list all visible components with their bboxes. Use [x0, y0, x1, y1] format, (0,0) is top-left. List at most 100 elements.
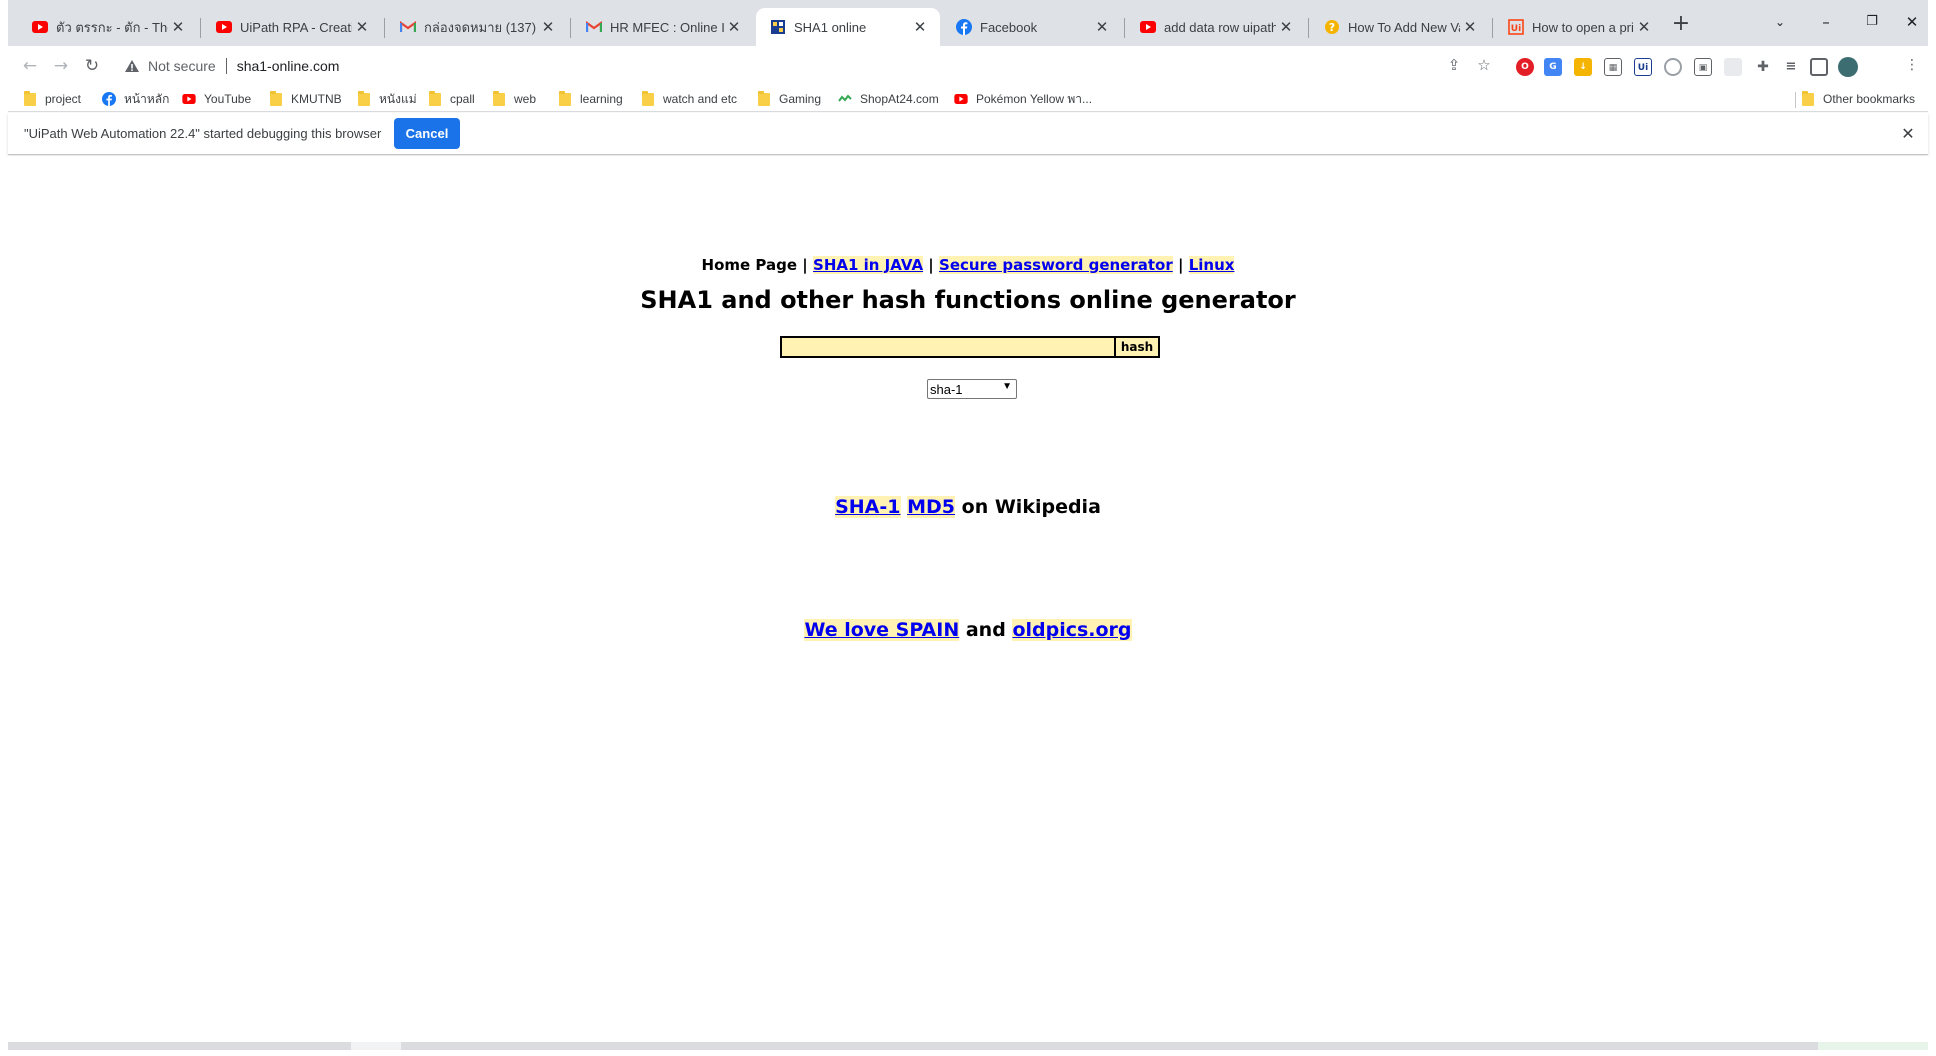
- tab-uipath-forum[interactable]: Ui How to open a private ✕: [1494, 8, 1664, 46]
- minimize-button[interactable]: –: [1804, 6, 1848, 38]
- opera-extension-icon[interactable]: O: [1516, 58, 1534, 76]
- nav-link-sha1-java[interactable]: SHA1 in JAVA: [813, 256, 924, 274]
- share-icon[interactable]: ⇪: [1444, 55, 1464, 75]
- not-secure-warning-icon[interactable]: [124, 58, 140, 74]
- forward-button[interactable]: →: [46, 51, 76, 81]
- bookmark-gaming[interactable]: Gaming: [758, 90, 821, 108]
- security-label: Not secure: [148, 58, 216, 74]
- tab-title: How To Add New Valu: [1348, 19, 1460, 35]
- cancel-debugging-button[interactable]: Cancel: [394, 118, 460, 149]
- bookmark-facebook[interactable]: หน้าหลัก: [102, 90, 169, 108]
- algorithm-select[interactable]: sha-1 ▼: [927, 379, 1017, 399]
- blank-extension-icon[interactable]: [1724, 58, 1742, 76]
- close-tab-icon[interactable]: ✕: [910, 18, 930, 36]
- uipath-icon: Ui: [1508, 19, 1524, 35]
- bookmark-label: cpall: [450, 92, 475, 106]
- close-tab-icon[interactable]: ✕: [352, 18, 372, 36]
- qr-extension-icon[interactable]: ▦: [1604, 58, 1622, 76]
- close-tab-icon[interactable]: ✕: [1276, 18, 1296, 36]
- page-content: Home Page | SHA1 in JAVA | Secure passwo…: [8, 156, 1928, 1043]
- back-button[interactable]: ←: [15, 51, 45, 81]
- url-text[interactable]: sha1-online.com: [237, 58, 340, 74]
- close-tab-icon[interactable]: ✕: [538, 18, 558, 36]
- tab-youtube-3[interactable]: add data row uipath c ✕: [1126, 8, 1306, 46]
- bookmark-pokemon-yellow[interactable]: Pokémon Yellow พา...: [954, 90, 1092, 108]
- close-infobar-icon[interactable]: ✕: [1896, 122, 1920, 146]
- horizontal-scrollbar[interactable]: [8, 1042, 1928, 1050]
- bookmark-label: หนังแม่: [379, 91, 417, 106]
- tab-facebook[interactable]: Facebook ✕: [942, 8, 1122, 46]
- tab-add-new-value[interactable]: ? How To Add New Valu ✕: [1310, 8, 1490, 46]
- bookmark-project[interactable]: project: [24, 90, 81, 108]
- close-window-button[interactable]: ✕: [1896, 6, 1928, 38]
- side-panel-icon[interactable]: [1810, 58, 1828, 76]
- browser-window: ตัว ตรรกะ - ตัก - The Vo ✕ UiPath RPA - …: [8, 0, 1928, 1050]
- close-tab-icon[interactable]: ✕: [1460, 18, 1480, 36]
- bookmark-star-icon[interactable]: ☆: [1474, 55, 1494, 75]
- bookmark-watch-and-etc[interactable]: watch and etc: [642, 90, 737, 108]
- nav-separator: |: [928, 256, 934, 274]
- scrollbar-thumb[interactable]: [351, 1042, 401, 1050]
- bookmark-label: web: [514, 92, 537, 106]
- new-tab-button[interactable]: +: [1667, 11, 1695, 39]
- address-bar[interactable]: Not secure sha1-online.com: [118, 50, 1528, 82]
- bookmark-cpall[interactable]: cpall: [429, 90, 475, 108]
- folder-icon: [358, 90, 370, 106]
- bookmark-label: KMUTNB: [291, 92, 342, 106]
- translate-extension-icon[interactable]: G: [1544, 58, 1562, 76]
- algorithm-selected-value: sha-1: [930, 381, 963, 397]
- bookmark-youtube[interactable]: YouTube: [182, 90, 251, 108]
- bookmark-label: หน้าหลัก: [124, 91, 170, 106]
- youtube-icon: [182, 92, 196, 106]
- tab-separator: [1124, 18, 1125, 38]
- close-tab-icon[interactable]: ✕: [1634, 18, 1654, 36]
- tab-youtube-1[interactable]: ตัว ตรรกะ - ตัก - The Vo ✕: [18, 8, 198, 46]
- download-extension-icon[interactable]: ↓: [1574, 58, 1592, 76]
- nav-separator: |: [802, 256, 808, 274]
- link-sha1-wikipedia[interactable]: SHA-1: [835, 496, 901, 518]
- tab-title: ตัว ตรรกะ - ตัก - The Vo: [56, 19, 168, 35]
- hash-text-input[interactable]: [780, 336, 1114, 358]
- bookmark-movies[interactable]: หนังแม่: [358, 90, 417, 108]
- youtube-icon: [216, 19, 232, 35]
- youtube-icon: [1140, 19, 1156, 35]
- tab-title: SHA1 online: [794, 19, 867, 35]
- tab-gmail-2[interactable]: HR MFEC : Online Inte ✕: [572, 8, 754, 46]
- folder-icon: [493, 90, 505, 106]
- uipath-extension-icon[interactable]: Ui: [1634, 58, 1652, 76]
- reload-button[interactable]: ↻: [77, 51, 107, 81]
- infobar-message: "UiPath Web Automation 22.4" started deb…: [24, 126, 382, 141]
- bookmark-learning[interactable]: learning: [559, 90, 623, 108]
- bookmark-shopat24[interactable]: ShopAt24.com: [838, 90, 939, 108]
- circle-extension-icon[interactable]: [1664, 58, 1682, 76]
- menu-dots-icon[interactable]: ⋮: [1902, 55, 1922, 75]
- tab-sha1-online[interactable]: SHA1 online ✕: [756, 8, 940, 46]
- svg-text:Ui: Ui: [1511, 24, 1521, 34]
- bookmark-label: learning: [580, 92, 623, 106]
- tab-search-chevron-icon[interactable]: ⌄: [1758, 6, 1802, 38]
- bookmarks-bar: project หน้าหลัก YouTube KMUTNB หนังแม่ …: [8, 86, 1928, 112]
- bookmark-web[interactable]: web: [493, 90, 536, 108]
- link-md5-wikipedia[interactable]: MD5: [907, 496, 956, 518]
- hash-button[interactable]: hash: [1114, 336, 1160, 358]
- tab-youtube-2[interactable]: UiPath RPA - Creating ✕: [202, 8, 382, 46]
- reading-list-icon[interactable]: ≡: [1782, 58, 1800, 76]
- site-icon: [770, 19, 786, 35]
- restore-button[interactable]: ❐: [1850, 6, 1894, 38]
- nav-link-linux[interactable]: Linux: [1188, 256, 1235, 274]
- tab-title: HR MFEC : Online Inte: [610, 19, 724, 35]
- link-we-love-spain[interactable]: We love SPAIN: [804, 619, 960, 641]
- bookmark-kmutnb[interactable]: KMUTNB: [270, 90, 342, 108]
- nav-link-password-generator[interactable]: Secure password generator: [939, 256, 1173, 274]
- profile-avatar[interactable]: [1838, 57, 1858, 77]
- tab-gmail-1[interactable]: กล่องจดหมาย (137) - s6 ✕: [386, 8, 568, 46]
- bookmark-other-bookmarks[interactable]: Other bookmarks: [1802, 90, 1915, 108]
- close-tab-icon[interactable]: ✕: [168, 18, 188, 36]
- close-tab-icon[interactable]: ✕: [724, 18, 744, 36]
- close-tab-icon[interactable]: ✕: [1092, 18, 1112, 36]
- screenshot-extension-icon[interactable]: ▣: [1694, 58, 1712, 76]
- puzzle-extensions-icon[interactable]: ✚: [1754, 58, 1772, 76]
- link-oldpics[interactable]: oldpics.org: [1012, 619, 1132, 641]
- folder-icon: [559, 90, 571, 106]
- nav-home-label: Home Page: [701, 256, 798, 274]
